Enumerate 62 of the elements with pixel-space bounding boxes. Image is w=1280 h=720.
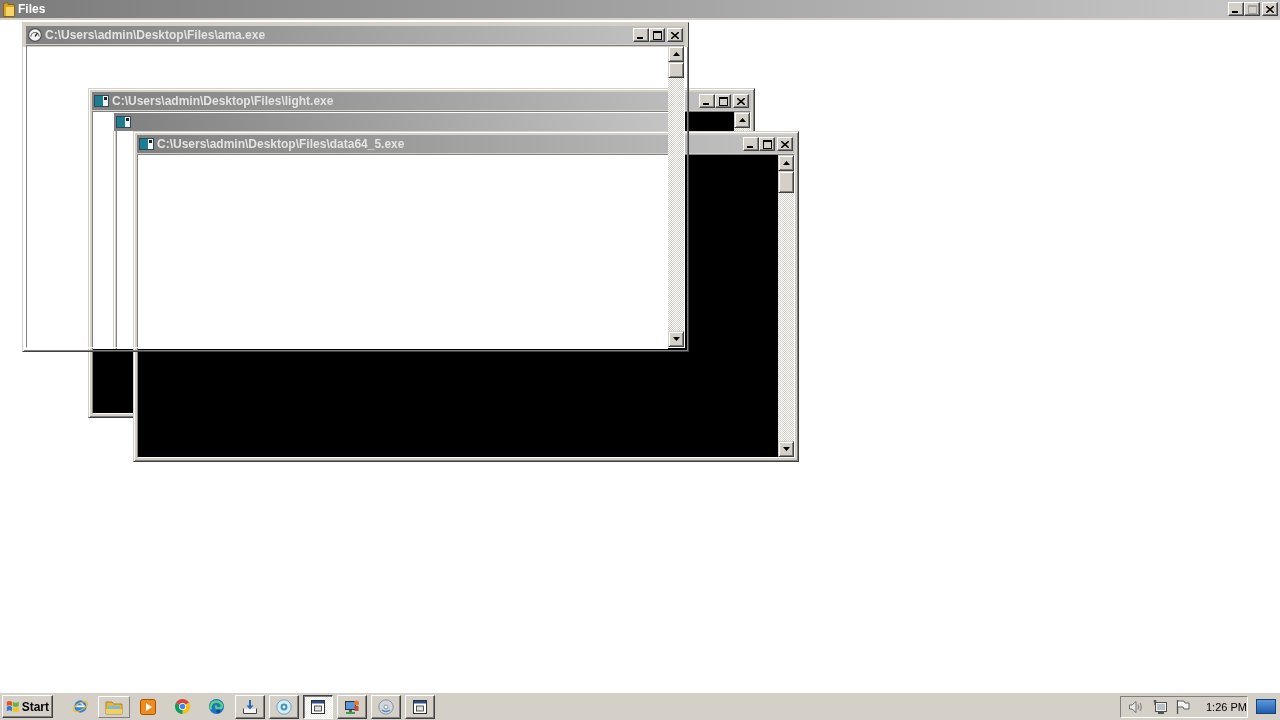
folder-icon [3,1,15,17]
minimize-button[interactable] [1228,2,1244,16]
scroll-down-button[interactable] [668,331,684,347]
maximize-button[interactable] [759,137,775,151]
minimize-icon [747,146,753,148]
maximize-button[interactable] [715,94,731,108]
disc-icon [378,698,394,715]
close-icon [737,97,745,105]
console-icon [94,95,109,107]
minimize-button[interactable] [743,137,759,151]
maximize-button[interactable] [649,28,665,42]
minimize-icon [1232,11,1238,13]
maximize-icon [762,139,772,149]
caret-down-icon [672,337,680,341]
close-button[interactable] [667,28,683,42]
minimize-button[interactable] [633,28,649,42]
start-button[interactable]: Start [2,695,53,718]
minimize-icon [637,37,643,39]
window-title: C:\Users\admin\Desktop\Files\light.exe [112,94,334,108]
folder-icon[interactable] [98,695,130,718]
window-title: C:\Users\admin\Desktop\Files\data64_5.exe [157,137,405,151]
close-icon [671,31,679,39]
show-desktop-icon[interactable] [1256,699,1276,714]
clock[interactable]: 1:26 PM [1206,700,1247,713]
close-button[interactable] [733,94,749,108]
window-icon [311,699,325,714]
console-icon [116,116,131,128]
minimize-icon [703,103,709,105]
scroll-up-button[interactable] [668,46,684,62]
target-icon [276,698,292,715]
console-icon [139,138,154,150]
windows-flag-icon [6,699,20,714]
play-icon[interactable] [140,698,156,715]
close-button[interactable] [777,137,793,151]
taskbar-button[interactable] [303,694,333,719]
window-title: Files [18,2,46,16]
maximize-icon [652,30,662,40]
gauge-icon [28,28,42,42]
scroll-thumb[interactable] [668,62,684,78]
close-icon [781,140,789,148]
caret-down-icon [782,447,790,451]
caret-up-icon [672,52,680,56]
flag-icon[interactable] [1176,698,1190,715]
swirl-icon[interactable] [207,698,225,715]
window-title: C:\Users\admin\Desktop\Files\ama.exe [45,28,266,42]
maximize-icon [718,96,728,106]
scroll-thumb[interactable] [778,171,794,193]
computer-icon [344,698,360,715]
window-icon [413,699,427,714]
caret-up-icon [782,161,790,165]
caret-up-icon [738,118,746,122]
tricolor-circle-icon[interactable] [173,698,191,715]
download-icon [242,698,258,715]
scroll-up-button[interactable] [778,155,794,171]
globe-e-icon[interactable] [71,698,89,715]
minimize-button[interactable] [699,94,715,108]
close-button[interactable] [1262,2,1278,16]
maximize-icon [1247,4,1257,14]
network-icon[interactable] [1152,698,1168,715]
scroll-down-button[interactable] [778,441,794,457]
speaker-icon[interactable] [1128,698,1144,715]
close-icon [1266,5,1274,13]
